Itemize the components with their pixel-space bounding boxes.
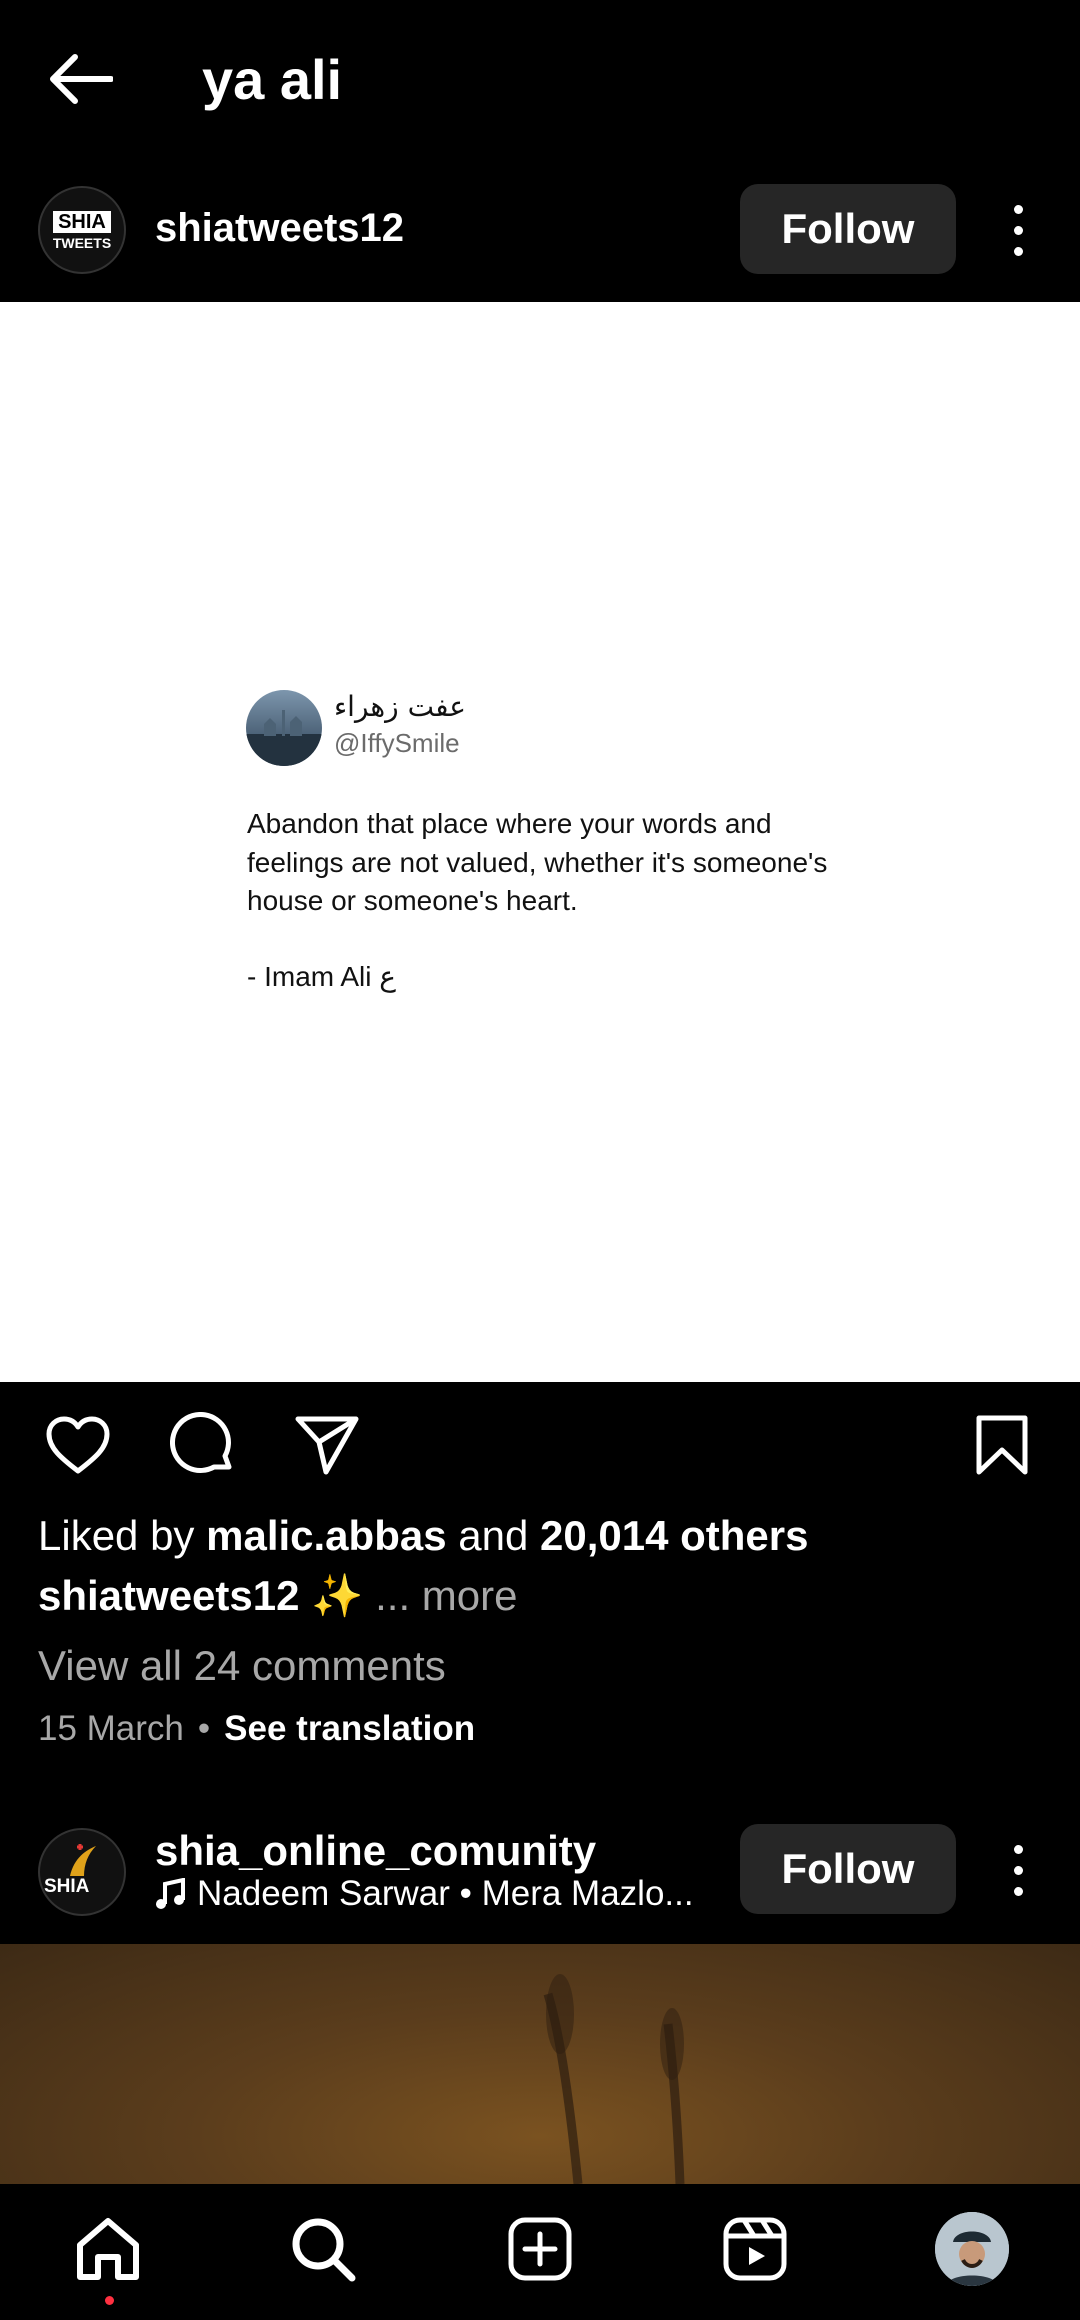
view-comments-link[interactable]: View all 24 comments xyxy=(38,1640,446,1692)
caption-emoji: ✨ xyxy=(311,1572,364,1619)
post2-song-title: Nadeem Sarwar • Mera Mazlo... xyxy=(197,1874,694,1913)
top-bar: ya ali xyxy=(0,0,1080,160)
bottom-nav xyxy=(0,2184,1080,2320)
follow-button[interactable]: Follow xyxy=(740,184,956,274)
post-meta: 15 March • See translation xyxy=(38,1704,475,1754)
post2-author-avatar[interactable]: SHIA xyxy=(38,1828,126,1916)
post-caption[interactable]: shiatweets12 ✨ ... more xyxy=(38,1570,518,1622)
avatar-logo-top: SHIA xyxy=(52,210,112,233)
avatar-logo-bottom: TWEETS xyxy=(52,234,112,251)
more-options-icon[interactable] xyxy=(1003,190,1033,270)
music-note-icon xyxy=(156,1878,185,1909)
profile-avatar-icon[interactable] xyxy=(927,2204,1017,2294)
save-bookmark-icon[interactable] xyxy=(962,1405,1042,1485)
home-icon[interactable] xyxy=(63,2204,153,2294)
author-avatar[interactable]: SHIA TWEETS xyxy=(38,186,126,274)
like-heart-icon[interactable] xyxy=(38,1405,118,1485)
post-header: SHIA TWEETS shiatweets12 Follow xyxy=(0,180,1080,300)
post2-follow-button[interactable]: Follow xyxy=(740,1824,956,1914)
tweet-display-name: عفت زهراء xyxy=(334,690,466,723)
post-actions xyxy=(0,1400,1080,1490)
liked-by-others[interactable]: 20,014 others xyxy=(540,1512,809,1559)
post2-audio[interactable]: Nadeem Sarwar • Mera Mazlo... xyxy=(155,1872,694,1916)
see-translation-link[interactable]: See translation xyxy=(224,1709,475,1748)
liked-by-user[interactable]: malic.abbas xyxy=(206,1512,446,1559)
caption-username[interactable]: shiatweets12 xyxy=(38,1572,299,1619)
comment-bubble-icon[interactable] xyxy=(163,1405,243,1485)
search-icon[interactable] xyxy=(278,2204,368,2294)
likes-summary[interactable]: Liked by malic.abbas and 20,014 others xyxy=(38,1510,809,1562)
tweet-text: Abandon that place where your words and … xyxy=(247,808,828,916)
meta-separator: • xyxy=(197,1709,211,1748)
create-post-icon[interactable] xyxy=(495,2204,585,2294)
post2-avatar-logo: SHIA xyxy=(44,1876,90,1897)
share-send-icon[interactable] xyxy=(287,1405,367,1485)
tweet-attribution: - Imam Ali ع xyxy=(247,961,396,992)
tweet-author-avatar xyxy=(246,690,322,766)
post2-author-username[interactable]: shia_online_comunity xyxy=(155,1826,596,1876)
post-date: 15 March xyxy=(38,1709,184,1748)
liked-by-prefix: Liked by xyxy=(38,1512,195,1559)
tweet-handle: @IffySmile xyxy=(334,728,460,758)
reels-icon[interactable] xyxy=(710,2204,800,2294)
liked-by-and: and xyxy=(458,1512,529,1559)
back-arrow-icon[interactable] xyxy=(40,44,120,114)
post2-image[interactable] xyxy=(0,1944,1080,2184)
home-notification-dot xyxy=(105,2296,114,2305)
author-username[interactable]: shiatweets12 xyxy=(155,206,404,251)
caption-more-link[interactable]: ... more xyxy=(375,1572,517,1619)
post2-more-options-icon[interactable] xyxy=(1003,1830,1033,1910)
page-title: ya ali xyxy=(202,48,343,111)
